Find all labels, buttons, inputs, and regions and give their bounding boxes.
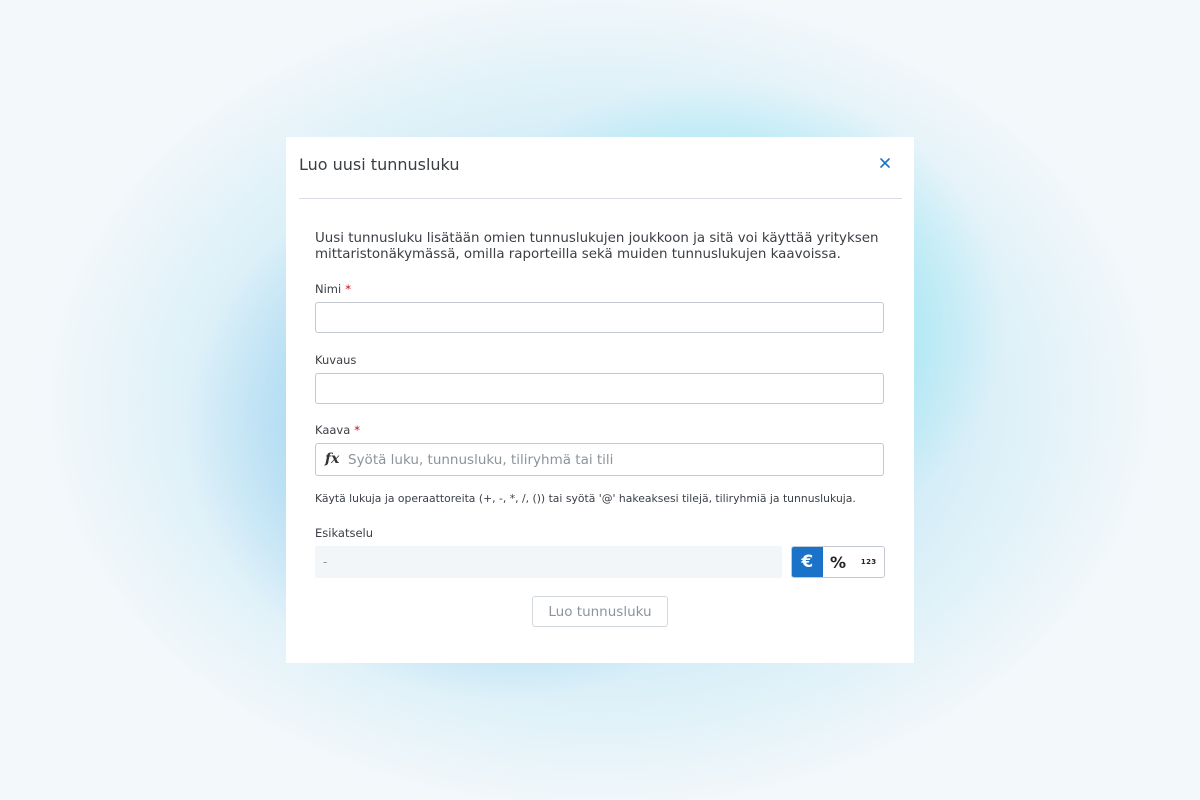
create-metric-button[interactable]: Luo tunnusluku [532,596,668,627]
preview-label: Esikatselu [315,526,374,540]
close-button[interactable] [878,156,892,170]
formula-input[interactable]: fx Syötä luku, tunnusluku, tiliryhmä tai… [315,443,884,476]
preview-box: - [315,546,782,578]
description-label: Kuvaus [315,353,357,367]
name-label: Nimi * [315,282,351,296]
name-label-text: Nimi [315,282,342,296]
description-input[interactable] [315,373,884,404]
formula-placeholder: Syötä luku, tunnusluku, tiliryhmä tai ti… [348,452,614,468]
dialog-header: Luo uusi tunnusluku [299,137,902,199]
formula-hint: Käytä lukuja ja operaattoreita (+, -, *,… [315,492,856,505]
required-mark: * [354,423,361,437]
unit-percent-button[interactable]: % [822,547,854,577]
unit-toggle-group: € % 123 [791,546,885,578]
formula-label: Kaava * [315,423,360,437]
required-mark: * [345,282,351,296]
dialog-title: Luo uusi tunnusluku [299,155,460,174]
name-input[interactable] [315,302,884,333]
fx-icon: fx [325,451,340,467]
unit-euro-button[interactable]: € [792,547,823,577]
formula-label-text: Kaava [315,423,351,437]
create-metric-dialog: Luo uusi tunnusluku Uusi tunnusluku lisä… [286,137,914,663]
unit-number-button[interactable]: 123 [853,547,884,577]
intro-text: Uusi tunnusluku lisätään omien tunnusluk… [315,231,879,262]
close-icon [880,158,890,168]
preview-value: - [323,555,328,569]
